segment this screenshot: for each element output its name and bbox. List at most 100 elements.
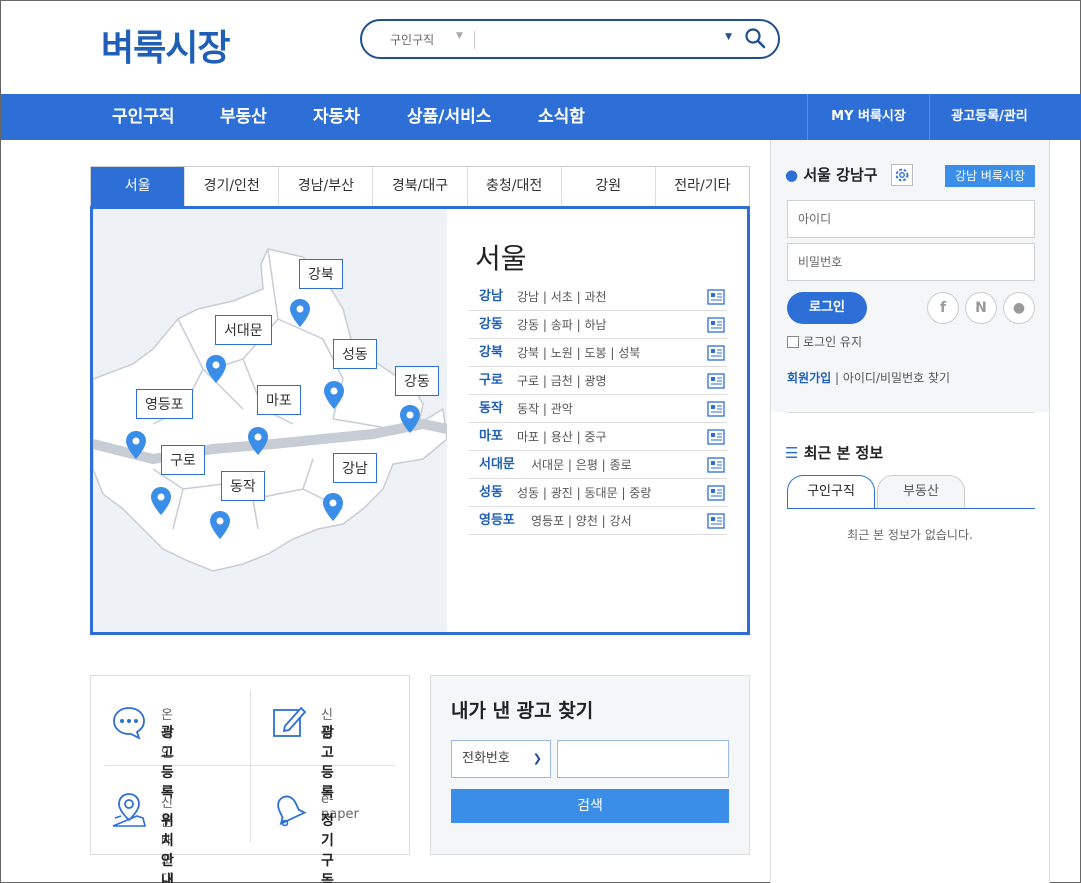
newspaper-icon[interactable] xyxy=(707,373,725,389)
district-subs[interactable]: 영등포 | 양천 | 강서 xyxy=(531,507,632,535)
nav-realestate[interactable]: 부동산 xyxy=(220,94,267,140)
gear-icon[interactable] xyxy=(891,164,913,186)
tab-gyeongbuk[interactable]: 경북/대구 xyxy=(373,167,468,206)
search-input[interactable] xyxy=(480,27,710,51)
location-pin-icon[interactable] xyxy=(126,431,146,459)
signup-link[interactable]: 회원가입 xyxy=(787,371,831,385)
nav-my[interactable]: MY 벼룩시장 xyxy=(807,94,929,140)
nav-jobs[interactable]: 구인구직 xyxy=(112,94,175,140)
district-row[interactable]: 동작 동작 | 관악 xyxy=(469,395,727,423)
district-name[interactable]: 성동 xyxy=(479,479,503,507)
map-label-yeongdeungpo[interactable]: 영등포 xyxy=(136,389,193,419)
location-pin-icon[interactable] xyxy=(210,511,230,539)
tab-gangwon[interactable]: 강원 xyxy=(561,167,656,206)
newspaper-icon[interactable] xyxy=(707,401,725,417)
district-name[interactable]: 강남 xyxy=(479,283,503,311)
location-pin-icon[interactable] xyxy=(323,493,343,521)
location-pin-icon[interactable] xyxy=(324,381,344,409)
pencil-icon xyxy=(273,706,307,737)
district-subs[interactable]: 강동 | 송파 | 하남 xyxy=(517,311,607,339)
district-row[interactable]: 구로 구로 | 금천 | 광명 xyxy=(469,367,727,395)
find-search-button[interactable]: 검색 xyxy=(451,789,729,823)
newspaper-icon[interactable] xyxy=(707,345,725,361)
find-type-select[interactable]: 전화번호 ❯ xyxy=(451,740,551,778)
divider xyxy=(105,765,395,766)
location-pin-icon[interactable] xyxy=(151,487,171,515)
logo[interactable]: 벼룩시장 xyxy=(101,19,230,71)
district-subs[interactable]: 강남 | 서초 | 과천 xyxy=(517,283,607,311)
services-box: 온라인 광고등록 신문 광고등록 신문 배포대 위치안내 e-paper 정기구… xyxy=(90,675,410,883)
nav-news[interactable]: 소식함 xyxy=(538,94,585,140)
map-label-gangbuk[interactable]: 강북 xyxy=(299,259,343,289)
search-category[interactable]: 구인구직 xyxy=(390,31,434,48)
local-market-button[interactable]: 강남 벼룩시장 xyxy=(945,165,1035,187)
newspaper-icon[interactable] xyxy=(707,457,725,473)
newspaper-icon[interactable] xyxy=(707,513,725,529)
district-row[interactable]: 서대문 서대문 | 은평 | 종로 xyxy=(469,451,727,479)
search-separator xyxy=(474,31,475,49)
naver-icon[interactable]: N xyxy=(965,292,997,324)
search-bar: 구인구직 ▼ ▼ xyxy=(360,19,780,59)
district-name[interactable]: 마포 xyxy=(479,423,503,451)
district-subs[interactable]: 강북 | 노원 | 도봉 | 성북 xyxy=(517,339,640,367)
tab-gyeongnam[interactable]: 경남/부산 xyxy=(279,167,374,206)
district-name[interactable]: 강동 xyxy=(479,311,503,339)
map-label-gangnam[interactable]: 강남 xyxy=(333,453,377,483)
district-row[interactable]: 강동 강동 | 송파 | 하남 xyxy=(469,311,727,339)
district-name[interactable]: 서대문 xyxy=(479,451,515,479)
district-subs[interactable]: 구로 | 금천 | 광명 xyxy=(517,367,607,395)
chevron-down-icon[interactable]: ▼ xyxy=(456,31,463,41)
district-row[interactable]: 성동 성동 | 광진 | 동대문 | 중랑 xyxy=(469,479,727,507)
divider xyxy=(250,690,251,842)
newspaper-icon[interactable] xyxy=(707,289,725,305)
keep-login-checkbox[interactable] xyxy=(787,336,799,348)
location-pin-icon[interactable] xyxy=(248,427,268,455)
tab-chungcheong[interactable]: 충청/대전 xyxy=(467,167,562,206)
nav-goods[interactable]: 상품/서비스 xyxy=(407,94,491,140)
nav-ad-manage[interactable]: 광고등록/관리 xyxy=(929,94,1049,140)
login-button[interactable]: 로그인 xyxy=(787,292,867,324)
district-row[interactable]: 강북 강북 | 노원 | 도봉 | 성북 xyxy=(469,339,727,367)
district-row[interactable]: 마포 마포 | 용산 | 중구 xyxy=(469,423,727,451)
district-subs[interactable]: 서대문 | 은평 | 종로 xyxy=(531,451,632,479)
district-subs[interactable]: 동작 | 관악 xyxy=(517,395,573,423)
district-row[interactable]: 강남 강남 | 서초 | 과천 xyxy=(469,283,727,311)
location-pin-icon[interactable] xyxy=(290,299,310,327)
recent-tab-jobs[interactable]: 구인구직 xyxy=(787,475,875,509)
district-name[interactable]: 동작 xyxy=(479,395,503,423)
district-name[interactable]: 영등포 xyxy=(479,507,515,535)
district-name[interactable]: 구로 xyxy=(479,367,503,395)
map-label-seongdong[interactable]: 성동 xyxy=(333,339,377,369)
keep-login[interactable]: 로그인 유지 xyxy=(787,333,862,350)
password-field[interactable]: 비밀번호 xyxy=(787,243,1035,281)
map-label-dongjak[interactable]: 동작 xyxy=(221,471,265,501)
kakao-icon[interactable]: ● xyxy=(1003,292,1035,324)
facebook-icon[interactable]: f xyxy=(927,292,959,324)
service-title: 정기구독 xyxy=(321,813,334,883)
map-label-guro[interactable]: 구로 xyxy=(161,445,205,475)
location-pin-icon[interactable] xyxy=(400,405,420,433)
id-field[interactable]: 아이디 xyxy=(787,200,1035,238)
search-icon[interactable] xyxy=(744,27,766,49)
recent-tab-realestate[interactable]: 부동산 xyxy=(877,475,965,509)
dropdown-arrow-icon[interactable]: ▼ xyxy=(725,32,732,42)
newspaper-icon[interactable] xyxy=(707,429,725,445)
district-row[interactable]: 영등포 영등포 | 양천 | 강서 xyxy=(469,507,727,535)
map-label-mapo[interactable]: 마포 xyxy=(257,385,301,415)
find-account-link[interactable]: 아이디/비밀번호 찾기 xyxy=(843,371,950,385)
map-label-seodaemun[interactable]: 서대문 xyxy=(215,315,272,345)
find-phone-input[interactable] xyxy=(557,740,729,778)
district-name[interactable]: 강북 xyxy=(479,339,503,367)
tab-gyeonggi[interactable]: 경기/인천 xyxy=(185,167,280,206)
tab-seoul[interactable]: 서울 xyxy=(91,167,186,206)
chat-icon xyxy=(113,707,145,740)
nav-cars[interactable]: 자동차 xyxy=(313,94,360,140)
newspaper-icon[interactable] xyxy=(707,485,725,501)
tab-jeolla[interactable]: 전라/기타 xyxy=(655,167,749,206)
district-subs[interactable]: 마포 | 용산 | 중구 xyxy=(517,423,607,451)
district-subs[interactable]: 성동 | 광진 | 동대문 | 중랑 xyxy=(517,479,651,507)
newspaper-icon[interactable] xyxy=(707,317,725,333)
map-label-gangdong[interactable]: 강동 xyxy=(395,366,439,396)
bell-icon xyxy=(277,795,307,827)
location-pin-icon[interactable] xyxy=(206,355,226,383)
